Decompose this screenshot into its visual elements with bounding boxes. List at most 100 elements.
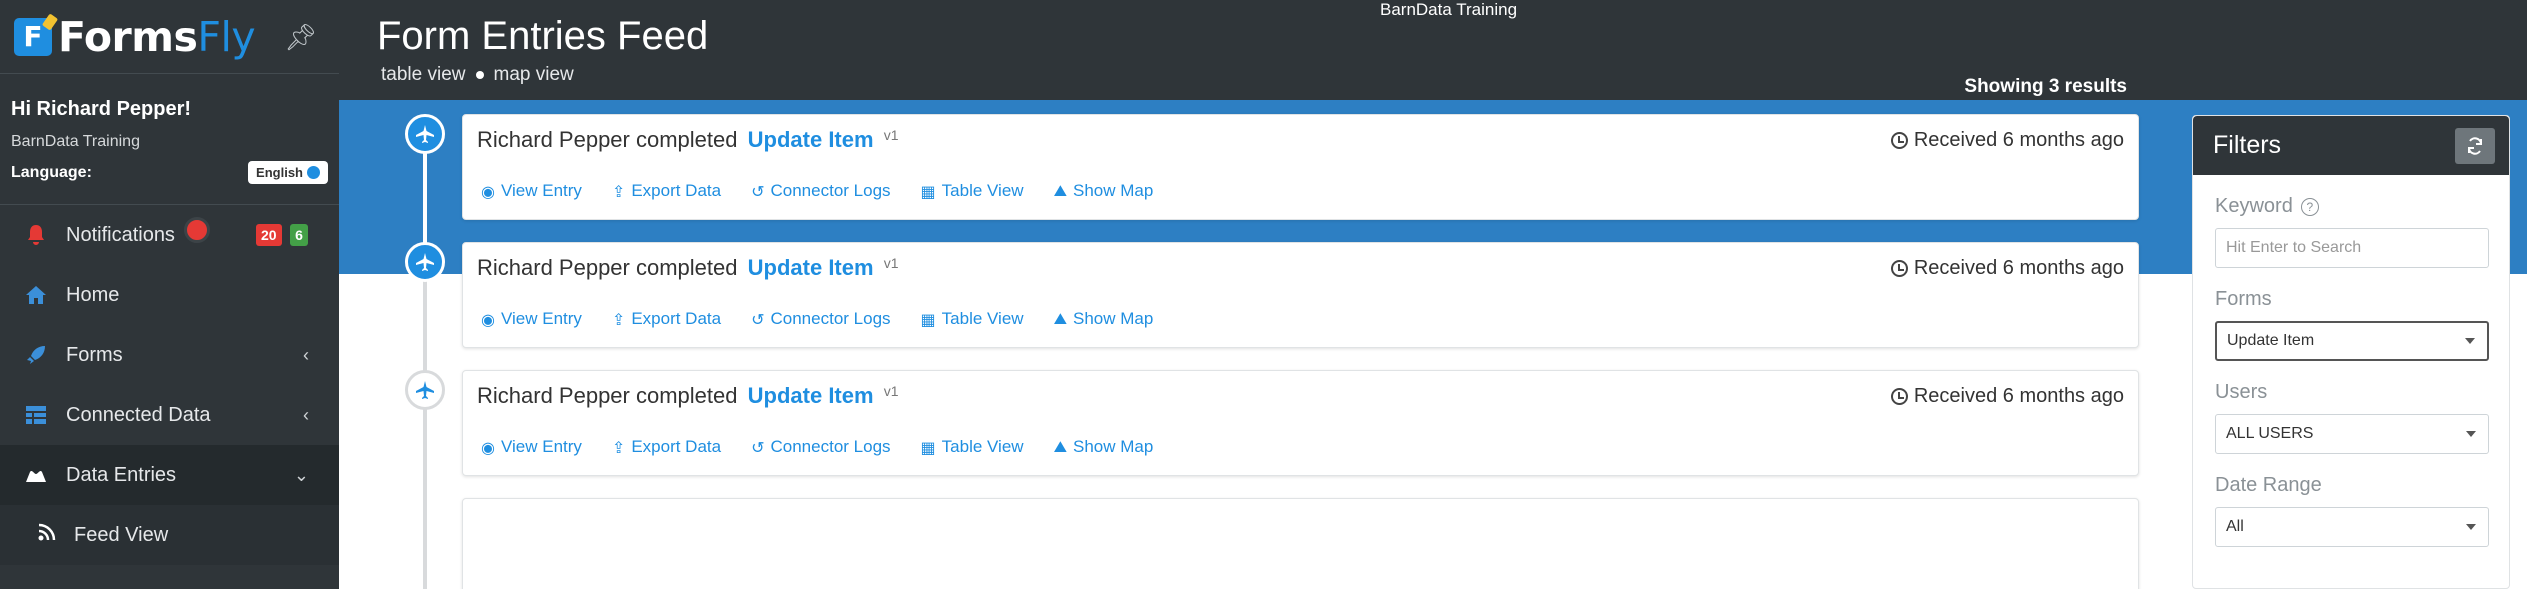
table-view-link[interactable]: table view (381, 64, 466, 86)
clock-icon (1890, 388, 1908, 405)
connector-logs-button[interactable]: ↺ Connector Logs (751, 309, 890, 329)
form-version: v1 (883, 255, 899, 271)
language-select[interactable]: English (248, 161, 328, 184)
sidebar: F FormsFly 📌︎ Hi Richard Pepper! BarnDat… (0, 0, 339, 589)
forms-label: Forms (2215, 288, 2272, 310)
form-link[interactable]: Update Item (748, 383, 874, 408)
export-data-button[interactable]: ⇪ Export Data (612, 437, 721, 457)
history-icon: ↺ (751, 309, 765, 329)
entry-actions: ◉ View Entry ⇪ Export Data ↺ Connector Logs… (481, 309, 1153, 329)
view-entry-button[interactable]: ◉ View Entry (481, 181, 582, 201)
keyword-label: Keyword? (2215, 195, 2509, 218)
table-view-button[interactable]: ▦ Table View (921, 309, 1024, 329)
timeline-node (405, 242, 445, 282)
forms-select[interactable]: Update Item (2215, 321, 2489, 361)
table-icon: ▦ (920, 181, 936, 201)
table-icon (22, 405, 50, 425)
users-filter: Users ALL USERS (2193, 381, 2509, 454)
table-view-button[interactable]: ▦ Table View (921, 437, 1024, 457)
logo[interactable]: F FormsFly 📌︎ (0, 0, 339, 74)
entry-card: Richard Pepper completed Update Item v1 … (462, 114, 2139, 220)
view-links: table view map view (381, 64, 574, 86)
sidebar-item-data-entries[interactable]: Data Entries ⌄ (0, 445, 339, 505)
user-org: BarnData Training (11, 133, 140, 150)
sidebar-item-notifications[interactable]: Notifications 20 6 (0, 205, 339, 265)
pin-icon[interactable]: 📌︎ (284, 22, 317, 53)
history-icon: ↺ (751, 437, 765, 457)
clock-icon (1890, 260, 1908, 277)
date-range-select[interactable]: All (2215, 507, 2489, 547)
page-title: Form Entries Feed (377, 14, 709, 58)
map-icon: ⛰ (1053, 181, 1068, 200)
history-icon: ↺ (751, 181, 765, 201)
table-icon: ▦ (920, 437, 936, 457)
sidebar-item-connected-data[interactable]: Connected Data ‹ (0, 385, 339, 445)
rocket-icon (22, 344, 50, 366)
export-icon: ⇪ (611, 309, 626, 329)
keyword-filter: Keyword? Hit Enter to Search (2193, 195, 2509, 268)
map-view-link[interactable]: map view (494, 64, 574, 86)
entry-title: Richard Pepper completed Update Item v1 (477, 383, 899, 408)
sidebar-item-forms[interactable]: Forms ‹ (0, 325, 339, 385)
users-label: Users (2215, 381, 2268, 403)
show-map-button[interactable]: ⛰ Show Map (1054, 309, 1154, 329)
view-entry-button[interactable]: ◉ View Entry (481, 309, 582, 329)
org-name: BarnData Training (1380, 0, 1518, 19)
form-version: v1 (883, 127, 899, 143)
bell-icon (22, 224, 50, 246)
connector-logs-button[interactable]: ↺ Connector Logs (751, 437, 890, 457)
eye-icon: ◉ (481, 437, 495, 457)
timeline-node (405, 370, 445, 410)
keyword-search-input[interactable]: Hit Enter to Search (2215, 228, 2489, 268)
user-panel: Hi Richard Pepper! BarnData Training Lan… (0, 74, 339, 205)
export-data-button[interactable]: ⇪ Export Data (612, 181, 721, 201)
table-view-button[interactable]: ▦ Table View (921, 181, 1024, 201)
sidebar-item-home[interactable]: Home (0, 265, 339, 325)
form-version: v1 (883, 383, 899, 399)
language-row: Language: English (11, 161, 339, 184)
rss-icon (38, 523, 60, 547)
eye-icon: ◉ (481, 309, 495, 329)
chevron-left-icon: ‹ (303, 344, 309, 365)
view-entry-button[interactable]: ◉ View Entry (481, 437, 582, 457)
caret-down-icon (2466, 431, 2476, 437)
plane-icon (416, 381, 434, 399)
entry-actions: ◉ View Entry ⇪ Export Data ↺ Connector Logs… (481, 437, 1153, 457)
show-map-button[interactable]: ⛰ Show Map (1054, 181, 1154, 201)
map-icon: ⛰ (1053, 437, 1068, 456)
help-icon[interactable]: ? (2300, 197, 2319, 216)
refresh-button[interactable] (2455, 127, 2495, 164)
forms-filter: Forms Update Item (2193, 288, 2509, 361)
filters-panel: Filters Keyword? Hit Enter to Search For… (2192, 115, 2510, 589)
filters-header: Filters (2193, 116, 2509, 175)
connector-logs-button[interactable]: ↺ Connector Logs (751, 181, 890, 201)
timeline-node (405, 114, 445, 154)
sidebar-item-label: Forms (66, 343, 123, 366)
sidebar-item-label: Feed View (74, 523, 169, 546)
show-map-button[interactable]: ⛰ Show Map (1054, 437, 1154, 457)
export-data-button[interactable]: ⇪ Export Data (612, 309, 721, 329)
sidebar-item-feed-view[interactable]: Feed View (0, 505, 339, 565)
entry-title: Richard Pepper completed Update Item v1 (477, 255, 899, 280)
separator-dot (475, 71, 484, 79)
form-link[interactable]: Update Item (748, 255, 874, 280)
form-link[interactable]: Update Item (748, 127, 874, 152)
caret-down-icon (2465, 338, 2475, 344)
notification-dot (184, 217, 210, 243)
filters-title: Filters (2213, 131, 2282, 159)
notification-success-badge: 6 (290, 224, 308, 246)
received-time: Received 6 months ago (1890, 385, 2124, 408)
inbox-icon (22, 466, 50, 484)
end-of-feed-card (462, 498, 2139, 589)
users-select[interactable]: ALL USERS (2215, 414, 2489, 454)
globe-icon (307, 166, 320, 179)
eye-icon: ◉ (481, 181, 495, 201)
export-icon: ⇪ (611, 437, 626, 457)
page-header: Form Entries Feed table view map view Ba… (339, 0, 2527, 100)
entry-card: Richard Pepper completed Update Item v1 … (462, 370, 2139, 476)
plane-icon (416, 253, 434, 271)
table-icon: ▦ (920, 309, 936, 329)
received-time: Received 6 months ago (1890, 257, 2124, 280)
logo-mark-icon: F (14, 17, 52, 56)
date-range-filter: Date Range All (2193, 474, 2509, 547)
